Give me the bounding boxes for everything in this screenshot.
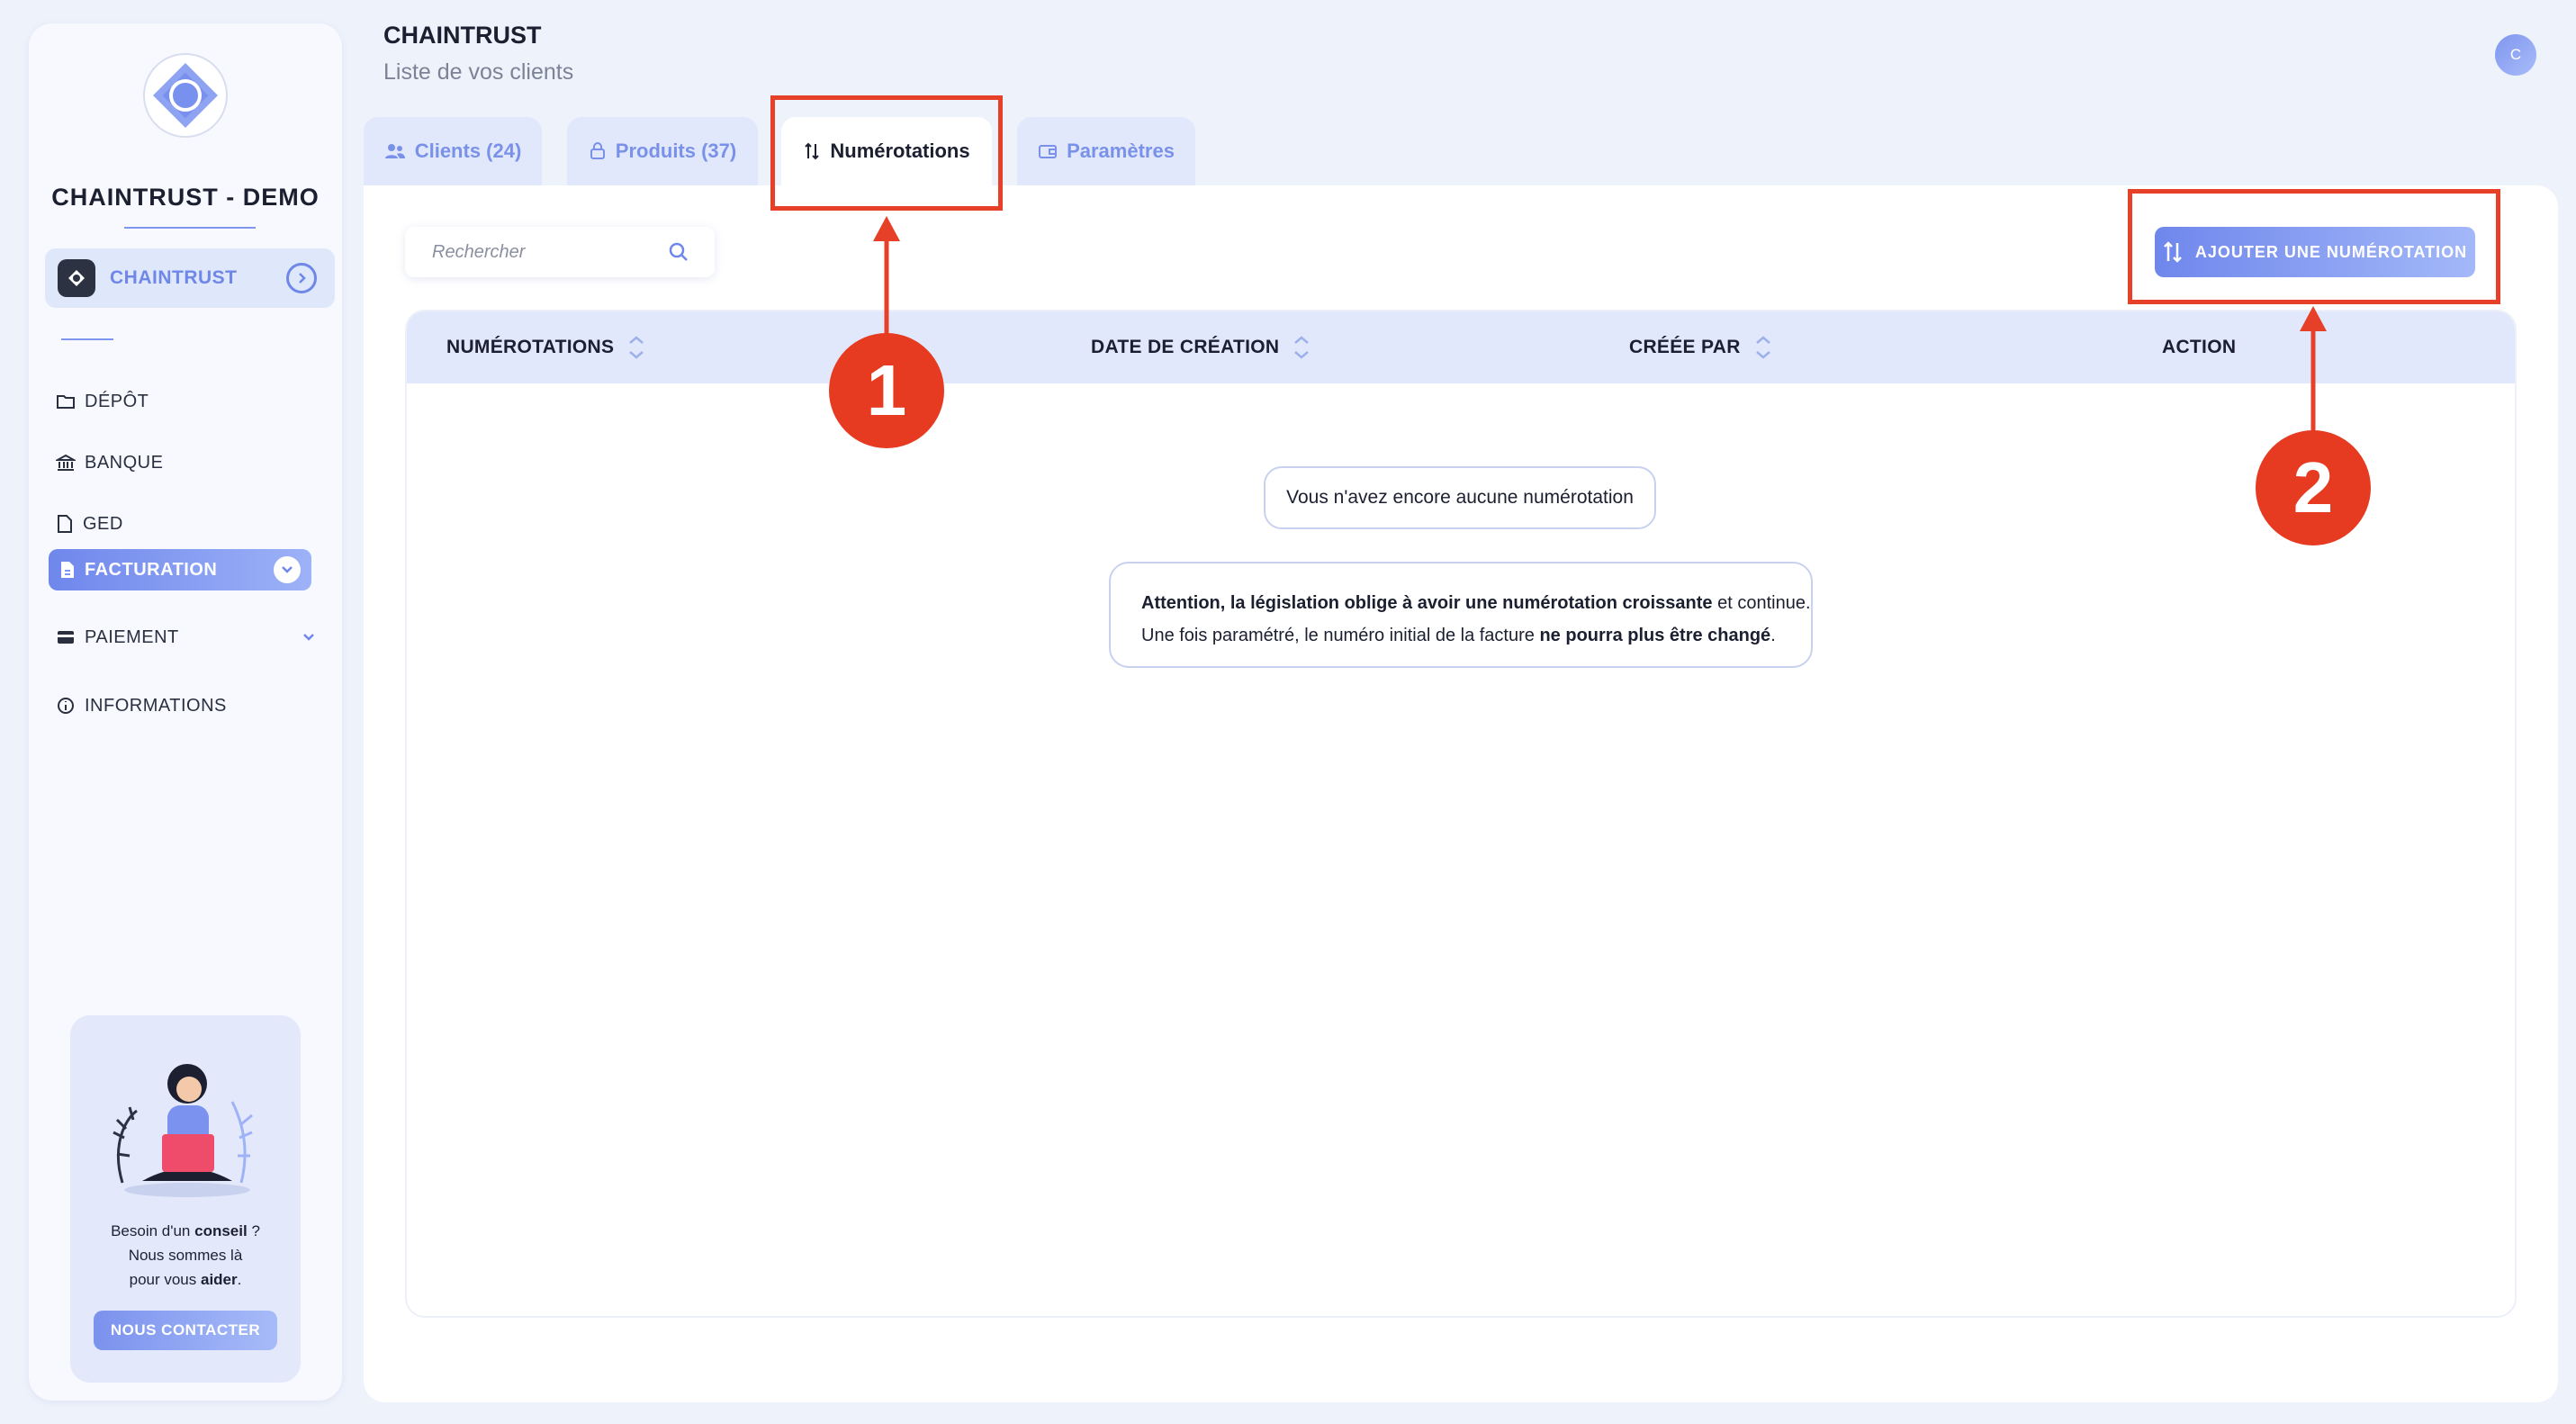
annotation-badge-2: 2 bbox=[2256, 430, 2371, 545]
annotation-badge-1: 1 bbox=[829, 333, 944, 448]
annotation-arrows bbox=[873, 216, 2327, 436]
